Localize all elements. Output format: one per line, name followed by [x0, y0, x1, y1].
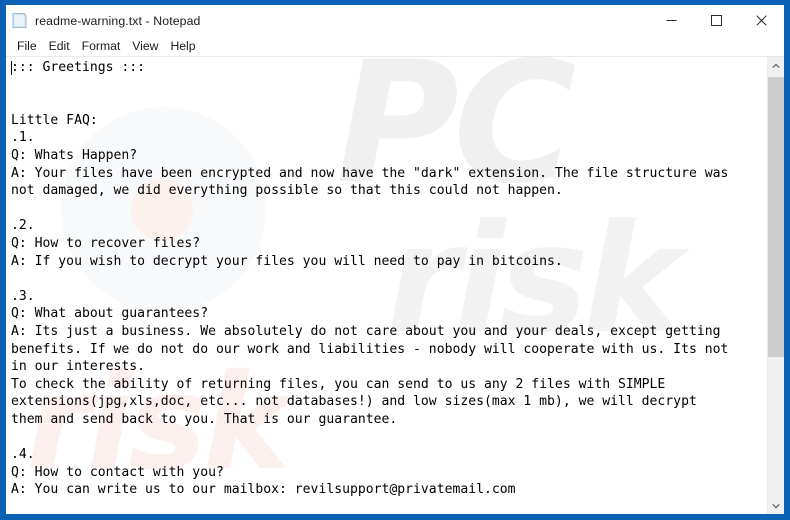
title-bar[interactable]: readme-warning.txt - Notepad: [6, 5, 784, 36]
menu-bar: File Edit Format View Help: [6, 36, 784, 56]
close-icon: [756, 15, 767, 26]
menu-item-file[interactable]: File: [11, 36, 43, 56]
maximize-button[interactable]: [694, 5, 739, 36]
notepad-window: readme-warning.txt - Notepad File Edit F…: [0, 0, 790, 520]
menu-item-edit[interactable]: Edit: [43, 36, 76, 56]
chevron-up-icon: [772, 63, 780, 68]
menu-item-format[interactable]: Format: [76, 36, 127, 56]
chevron-down-icon: [772, 503, 780, 508]
window-controls: [649, 5, 784, 36]
scroll-up-button[interactable]: [768, 57, 784, 74]
window-client-area: readme-warning.txt - Notepad File Edit F…: [6, 5, 784, 514]
menu-item-view[interactable]: View: [126, 36, 164, 56]
scrollbar-track[interactable]: [768, 74, 784, 497]
notepad-document-icon: [12, 13, 27, 28]
scroll-down-button[interactable]: [768, 497, 784, 514]
ransom-note-text[interactable]: ::: Greetings ::: Little FAQ: .1. Q: Wha…: [6, 57, 767, 499]
editor-area: PC risk risk ::: Greetings ::: Little FA…: [6, 56, 784, 514]
title-bar-left: readme-warning.txt - Notepad: [6, 12, 649, 29]
window-title: readme-warning.txt - Notepad: [35, 13, 201, 28]
menu-item-help[interactable]: Help: [164, 36, 201, 56]
minimize-icon: [666, 20, 677, 21]
vertical-scrollbar[interactable]: [767, 57, 784, 514]
text-editor[interactable]: PC risk risk ::: Greetings ::: Little FA…: [6, 57, 767, 514]
close-button[interactable]: [739, 5, 784, 36]
scrollbar-thumb[interactable]: [768, 77, 784, 357]
minimize-button[interactable]: [649, 5, 694, 36]
maximize-icon: [711, 15, 722, 26]
